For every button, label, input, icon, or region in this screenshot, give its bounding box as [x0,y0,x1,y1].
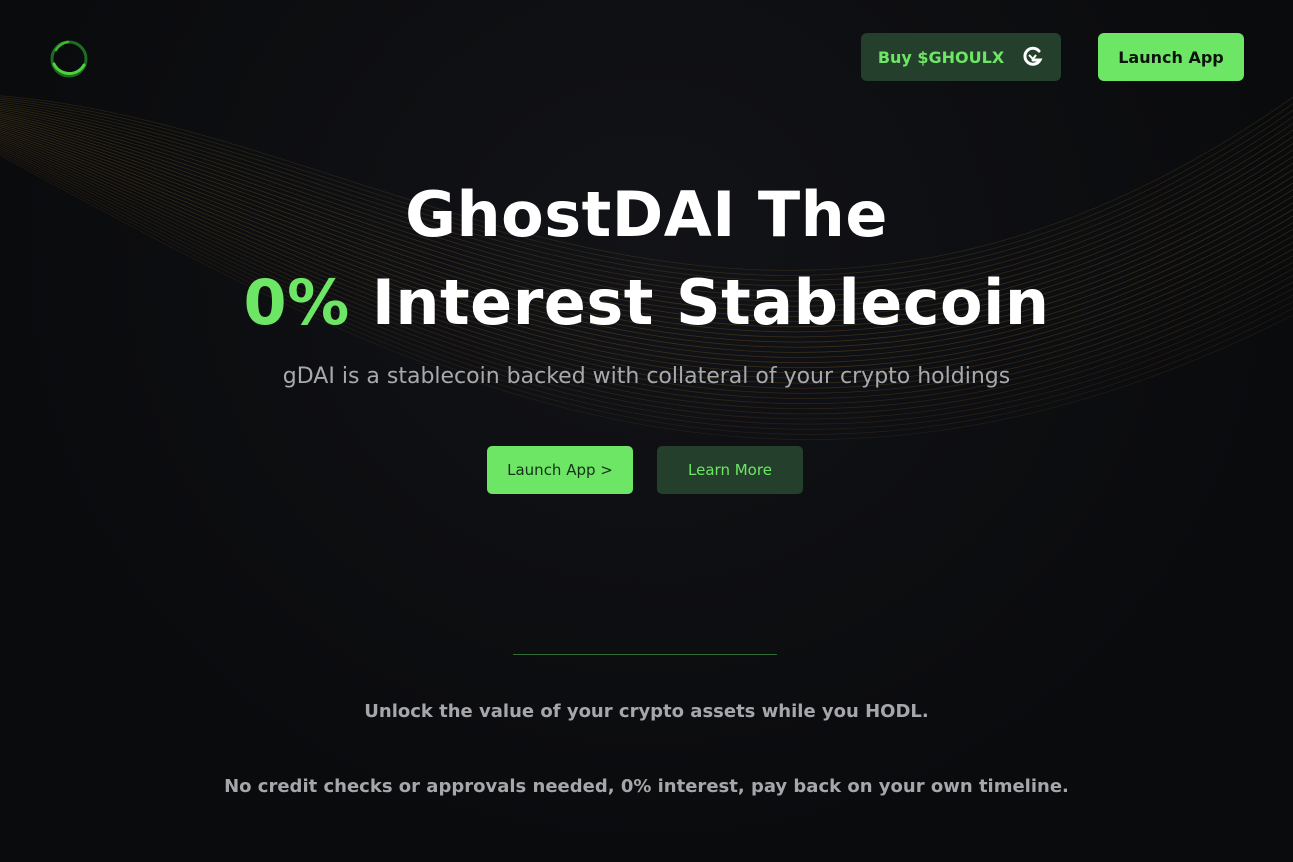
launch-app-button-header[interactable]: Launch App [1098,33,1244,81]
info-text-unlock: Unlock the value of your crypto assets w… [364,701,929,722]
landing-page: Buy $GHOULX Launch App GhostDAI The 0% I… [0,0,1293,862]
learn-more-button[interactable]: Learn More [657,446,803,494]
hero-subtitle: gDAI is a stablecoin backed with collate… [282,364,1011,389]
buy-ghoulx-label: Buy $GHOULX [877,47,1005,67]
launch-app-button-hero[interactable]: Launch App > [487,446,633,494]
section-divider [513,654,777,655]
wave-line [0,138,1293,394]
hero-title-accent: 0% [243,266,350,339]
buy-ghoulx-button[interactable]: Buy $GHOULX [861,33,1061,81]
wave-line [0,135,1293,384]
ghoulx-g-icon [1023,46,1043,66]
hero-title-line2-rest: Interest Stablecoin [349,266,1050,339]
hero-title-line2: 0% Interest Stablecoin [0,272,1293,334]
wave-line [0,136,1293,389]
wave-line [0,133,1293,379]
hero-title-line1: GhostDAI The [405,178,888,251]
background-wave-lines [0,95,1293,441]
info-text-no-credit: No credit checks or approvals needed, 0%… [224,776,1069,797]
ring-logo-icon[interactable] [48,38,90,80]
